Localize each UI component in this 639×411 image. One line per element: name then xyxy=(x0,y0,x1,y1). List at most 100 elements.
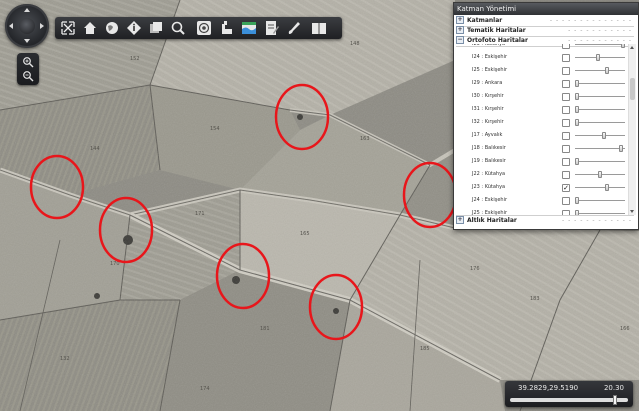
opacity-slider[interactable] xyxy=(575,83,625,84)
pan-center-button[interactable] xyxy=(19,18,35,34)
opacity-slider-thumb[interactable] xyxy=(595,54,600,61)
home-icon[interactable] xyxy=(82,20,98,36)
layer-label: I23 : Kütahya xyxy=(472,44,506,47)
opacity-slider-thumb[interactable] xyxy=(575,80,579,87)
layer-visibility-checkbox[interactable] xyxy=(562,158,570,166)
pan-left-icon[interactable] xyxy=(9,23,13,29)
layer-row[interactable]: I30 : Kırşehir xyxy=(456,90,626,103)
target-icon[interactable] xyxy=(196,20,212,36)
layer-visibility-checkbox[interactable] xyxy=(562,171,570,179)
opacity-slider-thumb[interactable] xyxy=(618,145,623,152)
document-edit-icon[interactable] xyxy=(264,20,280,36)
layer-visibility-checkbox[interactable] xyxy=(562,132,570,140)
magnifier-plus-icon[interactable] xyxy=(22,56,34,68)
zoom-level-readout: 20.30 xyxy=(603,384,624,392)
layer-row[interactable]: J23 : Kütahya ✓ xyxy=(456,181,626,194)
opacity-slider-thumb[interactable] xyxy=(575,197,579,204)
opacity-slider-thumb[interactable] xyxy=(575,158,579,165)
opacity-slider-thumb[interactable] xyxy=(604,67,609,74)
opacity-slider[interactable] xyxy=(575,213,625,214)
layer-label: I30 : Kırşehir xyxy=(472,93,504,99)
layer-label: J18 : Balıkesir xyxy=(472,145,506,151)
layer-row[interactable]: I24 : Eskişehir xyxy=(456,51,626,64)
opacity-slider[interactable] xyxy=(575,44,625,45)
layer-row[interactable]: J25 : Eskişehir xyxy=(456,207,626,215)
parcel-number-label: 183 xyxy=(530,296,540,302)
expand-icon[interactable]: + xyxy=(456,215,464,224)
group-label: Ortofoto Haritalar xyxy=(467,37,528,44)
layer-visibility-checkbox[interactable]: ✓ xyxy=(562,184,570,192)
scroll-up-icon[interactable] xyxy=(630,46,634,49)
layer-row[interactable]: I32 : Kırşehir xyxy=(456,116,626,129)
opacity-slider[interactable] xyxy=(575,109,625,110)
search-icon[interactable] xyxy=(170,20,186,36)
zoom-slider-thumb[interactable] xyxy=(613,395,618,405)
layer-visibility-checkbox[interactable] xyxy=(562,80,570,88)
zoom-controls xyxy=(17,53,39,85)
opacity-slider[interactable] xyxy=(575,187,625,188)
layer-row[interactable]: I31 : Kırşehir xyxy=(456,103,626,116)
layer-visibility-checkbox[interactable] xyxy=(562,93,570,101)
map-toolbar xyxy=(55,17,342,39)
opacity-slider[interactable] xyxy=(575,200,625,201)
layer-visibility-checkbox[interactable] xyxy=(562,119,570,127)
zoom-slider[interactable] xyxy=(510,395,628,405)
layer-visibility-checkbox[interactable] xyxy=(562,54,570,62)
parcel-number-label: 171 xyxy=(195,211,205,217)
layer-visibility-checkbox[interactable] xyxy=(562,197,570,205)
opacity-slider-thumb[interactable] xyxy=(598,171,602,178)
layer-row[interactable]: J17 : Ayvalık xyxy=(456,129,626,142)
opacity-slider[interactable] xyxy=(575,70,625,71)
layer-row[interactable]: I23 : Kütahya xyxy=(456,44,626,51)
layer-row[interactable]: J19 : Balıkesir xyxy=(456,155,626,168)
layer-label: J19 : Balıkesir xyxy=(472,158,506,164)
measure-icon[interactable] xyxy=(219,20,235,36)
coordinate-readout: 39.2829,29.5190 xyxy=(518,384,579,392)
layer-visibility-checkbox[interactable] xyxy=(562,44,570,49)
opacity-slider-thumb[interactable] xyxy=(575,93,579,100)
layer-visibility-checkbox[interactable] xyxy=(562,145,570,153)
opacity-slider[interactable] xyxy=(575,161,625,162)
opacity-slider-thumb[interactable] xyxy=(575,106,579,113)
map-overlay-icon[interactable] xyxy=(241,20,257,36)
layer-list-scrollbar[interactable] xyxy=(628,44,636,215)
expand-icon[interactable]: + xyxy=(456,25,464,34)
info-icon[interactable] xyxy=(126,20,142,36)
layer-row[interactable]: J18 : Balıkesir xyxy=(456,142,626,155)
group-altlik-haritalar[interactable]: + Altlık Haritalar - - - - - - - - - - - … xyxy=(456,215,634,226)
layer-row[interactable]: J24 : Eskişehir xyxy=(456,194,626,207)
layer-row[interactable]: I25 : Eskişehir xyxy=(456,64,626,77)
opacity-slider-thumb[interactable] xyxy=(621,44,625,48)
parcel-number-label: 154 xyxy=(210,126,220,132)
opacity-slider-thumb[interactable] xyxy=(601,132,606,139)
opacity-slider[interactable] xyxy=(575,57,625,58)
layer-management-panel: Katman Yönetimi + Katmanlar - - - - - - -… xyxy=(453,2,639,230)
opacity-slider[interactable] xyxy=(575,148,625,149)
layer-label: J23 : Kütahya xyxy=(472,184,506,190)
parcel-number-label: 176 xyxy=(470,266,480,272)
globe-icon[interactable] xyxy=(104,20,120,36)
panel-title[interactable]: Katman Yönetimi xyxy=(454,3,638,15)
pan-compass-icon[interactable] xyxy=(5,4,49,48)
pan-down-icon[interactable] xyxy=(24,39,30,43)
opacity-slider[interactable] xyxy=(575,96,625,97)
opacity-slider[interactable] xyxy=(575,122,625,123)
book-icon[interactable] xyxy=(311,20,327,36)
full-extent-icon[interactable] xyxy=(60,20,76,36)
pan-up-icon[interactable] xyxy=(24,8,30,12)
layers-icon[interactable] xyxy=(148,20,164,36)
layer-row[interactable]: J22 : Kütahya xyxy=(456,168,626,181)
layer-visibility-checkbox[interactable] xyxy=(562,106,570,114)
opacity-slider[interactable] xyxy=(575,135,625,136)
expand-icon[interactable]: + xyxy=(456,15,464,24)
layer-row[interactable]: I29 : Ankara xyxy=(456,77,626,90)
opacity-slider-thumb[interactable] xyxy=(604,184,609,191)
layer-visibility-checkbox[interactable] xyxy=(562,67,570,75)
pan-right-icon[interactable] xyxy=(40,23,44,29)
scrollbar-thumb[interactable] xyxy=(630,78,635,100)
scroll-down-icon[interactable] xyxy=(630,210,634,213)
opacity-slider-thumb[interactable] xyxy=(575,119,579,126)
collapse-icon[interactable]: − xyxy=(456,35,464,44)
brush-icon[interactable] xyxy=(286,20,302,36)
magnifier-minus-icon[interactable] xyxy=(22,70,34,82)
